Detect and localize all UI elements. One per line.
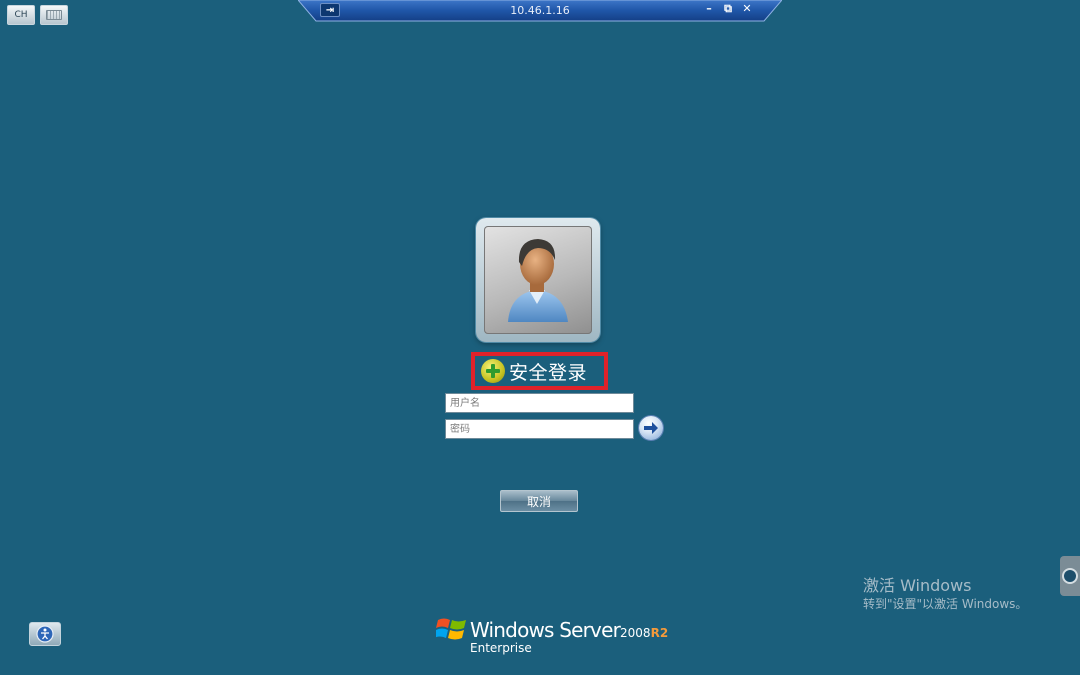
cancel-button[interactable]: 取消 (500, 490, 578, 512)
ease-of-access-button[interactable] (29, 622, 61, 646)
input-language-button[interactable]: CH (7, 5, 35, 25)
on-screen-keyboard-button[interactable] (40, 5, 68, 25)
minimize-button[interactable]: – (702, 2, 716, 15)
product-edition: Enterprise (470, 641, 532, 655)
product-name-text: Windows Server (470, 618, 621, 642)
secure-login-option[interactable]: 安全登录 (471, 352, 608, 390)
secure-login-label: 安全登录 (509, 361, 588, 384)
product-release: R2 (650, 626, 669, 640)
submit-login-button[interactable] (639, 416, 663, 440)
windows-server-branding: Windows Server2008R2 Enterprise (436, 612, 668, 662)
username-field[interactable] (445, 393, 634, 413)
password-field[interactable] (445, 419, 634, 439)
arrow-right-icon (644, 422, 658, 434)
plus-shield-icon (481, 359, 505, 383)
windows-flag-icon (436, 618, 466, 640)
remote-connection-bar: ⇥ 10.46.1.16 – ⧉ ✕ (298, 0, 782, 22)
restore-button[interactable]: ⧉ (721, 2, 735, 16)
keyboard-icon (46, 10, 62, 20)
remote-control-icon (1064, 570, 1076, 582)
input-language-label: CH (14, 10, 28, 20)
user-tile[interactable] (476, 218, 600, 342)
activation-subtitle: 转到"设置"以激活 Windows。 (863, 597, 1028, 611)
product-name: Windows Server2008R2 (470, 618, 668, 642)
user-avatar-icon (484, 226, 592, 334)
activation-title: 激活 Windows (863, 576, 972, 595)
close-button[interactable]: ✕ (740, 2, 754, 15)
side-panel-tab[interactable] (1060, 556, 1080, 596)
ease-of-access-icon (36, 625, 54, 643)
product-year: 2008 (620, 626, 651, 640)
